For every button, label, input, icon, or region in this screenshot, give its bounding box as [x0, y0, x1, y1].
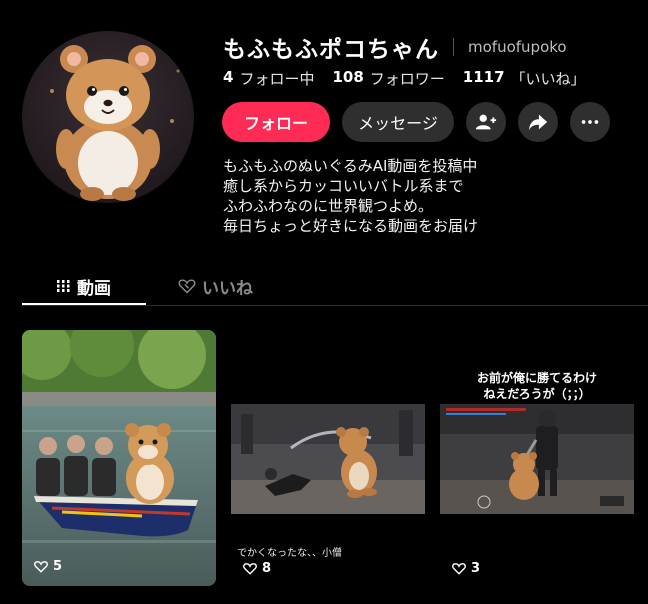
profile-stats: 4 フォロー中 108 フォロワー 1117 「いいね」	[223, 68, 586, 89]
more-icon	[581, 120, 599, 124]
stat-likes: 1117 「いいね」	[463, 68, 586, 89]
followers-count: 108	[332, 68, 364, 86]
bear-avatar-image	[50, 45, 180, 201]
bio-line: 癒し系からカッコいいバトル系まで	[223, 177, 464, 195]
display-name: もふもふポコちゃん	[223, 37, 439, 63]
tab-likes[interactable]: いいね	[178, 266, 253, 306]
video-thumbnail[interactable]: でかくなったな、、小僧 8	[231, 330, 425, 586]
more-button[interactable]	[570, 102, 610, 142]
video-like-number: 3	[471, 561, 481, 576]
heart-icon	[34, 561, 48, 573]
profile-tabs: 動画 いいね	[22, 266, 648, 306]
grid-icon	[57, 280, 70, 292]
bio-line: ふわふわなのに世界観つよめ。	[223, 197, 434, 215]
bio-line: 毎日ちょっと好きになる動画をお届け	[223, 217, 479, 235]
video-like-count: 5	[34, 559, 62, 574]
add-user-icon	[475, 114, 497, 130]
video-like-number: 5	[53, 559, 63, 574]
message-button[interactable]: メッセージ	[342, 102, 454, 142]
overlay-line: お前が俺に勝てるわけ	[476, 371, 597, 385]
overlay-line: ねえだろうが（；；）	[483, 387, 591, 401]
stat-followers[interactable]: 108 フォロワー	[332, 68, 444, 89]
video-thumbnail[interactable]: 5	[22, 330, 216, 586]
tab-active-indicator	[22, 303, 146, 305]
add-friend-button[interactable]	[466, 102, 506, 142]
avatar[interactable]	[22, 31, 194, 203]
video-thumbnail-image	[22, 330, 216, 586]
followers-label: フォロワー	[369, 70, 445, 88]
profile-actions: フォロー メッセージ	[222, 102, 610, 142]
stat-following[interactable]: 4 フォロー中	[223, 68, 314, 89]
likes-label: 「いいね」	[510, 70, 586, 88]
video-like-number: 8	[262, 561, 272, 576]
profile-bio: もふもふのぬいぐるみAI動画を投稿中 癒し系からカッコいいバトル系まで ふわふわ…	[223, 156, 478, 236]
video-overlay-text: お前が俺に勝てるわけ ねえだろうが（；；）	[440, 370, 634, 402]
heart-outline-icon	[178, 279, 196, 294]
likes-count: 1117	[462, 68, 505, 86]
following-count: 4	[223, 68, 234, 86]
username: mofuofupoko	[468, 38, 567, 56]
tab-videos[interactable]: 動画	[22, 266, 146, 306]
bio-line: もふもふのぬいぐるみAI動画を投稿中	[223, 157, 478, 175]
video-thumbnail[interactable]: お前が俺に勝てるわけ ねえだろうが（；；） 3	[440, 330, 634, 586]
video-thumbnail-image	[440, 330, 634, 586]
video-like-count: 3	[452, 561, 480, 576]
following-label: フォロー中	[239, 70, 315, 88]
follow-button[interactable]: フォロー	[222, 102, 330, 142]
video-caption: でかくなったな、、小僧	[237, 548, 342, 559]
heart-icon	[243, 563, 257, 575]
tab-videos-label: 動画	[77, 278, 111, 299]
heart-icon	[452, 563, 466, 575]
video-like-count: 8	[243, 561, 271, 576]
share-button[interactable]	[518, 102, 558, 142]
tab-likes-label: いいね	[202, 278, 253, 299]
title-divider	[453, 38, 454, 56]
share-icon	[528, 114, 548, 131]
